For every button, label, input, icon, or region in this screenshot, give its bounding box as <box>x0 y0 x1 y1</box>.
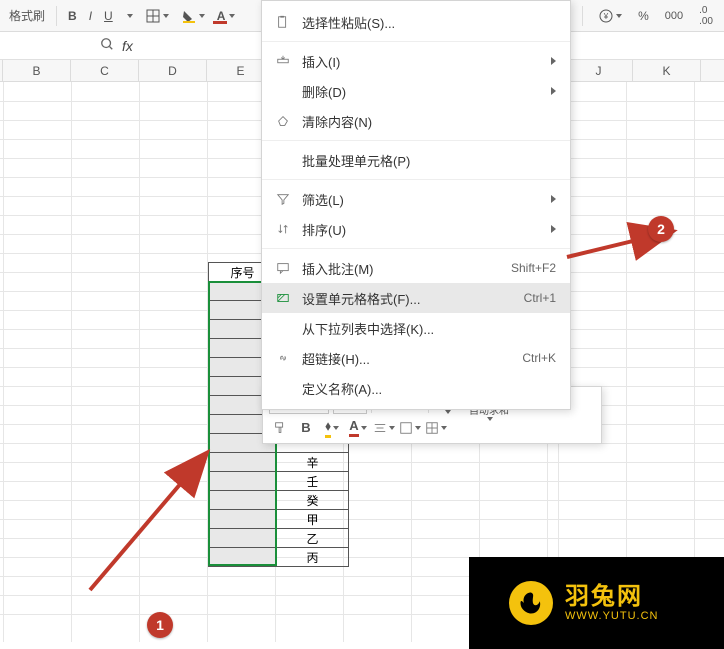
more-font-button[interactable] <box>120 3 138 29</box>
menu-format-cells[interactable]: 设置单元格格式(F)... Ctrl+1 <box>262 283 570 313</box>
currency-button[interactable]: ¥ <box>593 3 627 29</box>
insert-icon <box>274 52 292 70</box>
separator <box>582 6 583 26</box>
menu-paste-special[interactable]: 选择性粘贴(S)... <box>262 7 570 37</box>
bold-mini[interactable]: B <box>295 417 317 439</box>
watermark-logo-icon <box>509 581 553 625</box>
percent-button[interactable]: % <box>633 3 654 29</box>
format-painter-mini[interactable] <box>269 417 291 439</box>
search-icon <box>100 37 114 54</box>
separator <box>56 6 57 26</box>
submenu-arrow-icon <box>551 57 556 65</box>
clear-icon <box>274 112 292 130</box>
annotation-badge-2: 2 <box>648 216 674 242</box>
menu-sort[interactable]: 排序(U) <box>262 214 570 244</box>
watermark: 羽兔网 WWW.YUTU.CN <box>469 557 724 649</box>
increase-decimal-button[interactable]: .0.00 <box>694 3 718 29</box>
comment-icon <box>274 259 292 277</box>
col-header[interactable]: K <box>633 60 701 81</box>
insert-mini[interactable] <box>425 417 447 439</box>
menu-pick-from-list[interactable]: 从下拉列表中选择(K)... <box>262 313 570 343</box>
menu-define-name[interactable]: 定义名称(A)... <box>262 373 570 403</box>
paste-icon <box>274 13 292 31</box>
border-mini[interactable] <box>399 417 421 439</box>
menu-filter[interactable]: 筛选(L) <box>262 184 570 214</box>
context-menu: 选择性粘贴(S)... 插入(I) 删除(D) 清除内容(N) 批量处理单元格(… <box>261 0 571 410</box>
comma-button[interactable]: 000 <box>660 3 688 29</box>
fill-color-mini[interactable]: ⬧ <box>321 417 343 439</box>
col-header[interactable]: B <box>3 60 71 81</box>
fill-color-button[interactable] <box>176 3 210 29</box>
font-color-mini[interactable]: A <box>347 417 369 439</box>
submenu-arrow-icon <box>551 87 556 95</box>
menu-hyperlink[interactable]: 超链接(H)... Ctrl+K <box>262 343 570 373</box>
format-cells-icon <box>274 289 292 307</box>
border-button[interactable] <box>140 3 174 29</box>
align-mini[interactable] <box>373 417 395 439</box>
annotation-badge-1: 1 <box>147 612 173 638</box>
watermark-title: 羽兔网 <box>565 584 658 610</box>
col-header[interactable]: D <box>139 60 207 81</box>
menu-insert[interactable]: 插入(I) <box>262 46 570 76</box>
font-color-button[interactable]: A <box>212 3 241 29</box>
sort-icon <box>274 220 292 238</box>
bold-button[interactable]: B <box>63 3 82 29</box>
watermark-url: WWW.YUTU.CN <box>565 610 658 622</box>
italic-button[interactable]: I <box>84 3 97 29</box>
fx-label[interactable]: fx <box>122 38 133 54</box>
svg-text:¥: ¥ <box>603 12 609 21</box>
col-header[interactable]: C <box>71 60 139 81</box>
format-painter[interactable]: 格式刷 <box>4 3 50 29</box>
underline-button[interactable]: U <box>99 3 118 29</box>
annotation-arrow-1 <box>70 440 220 600</box>
menu-batch[interactable]: 批量处理单元格(P) <box>262 145 570 175</box>
menu-clear[interactable]: 清除内容(N) <box>262 106 570 136</box>
col-header[interactable]: J <box>565 60 633 81</box>
menu-insert-comment[interactable]: 插入批注(M) Shift+F2 <box>262 253 570 283</box>
menu-delete[interactable]: 删除(D) <box>262 76 570 106</box>
filter-icon <box>274 190 292 208</box>
submenu-arrow-icon <box>551 195 556 203</box>
link-icon <box>274 349 292 367</box>
